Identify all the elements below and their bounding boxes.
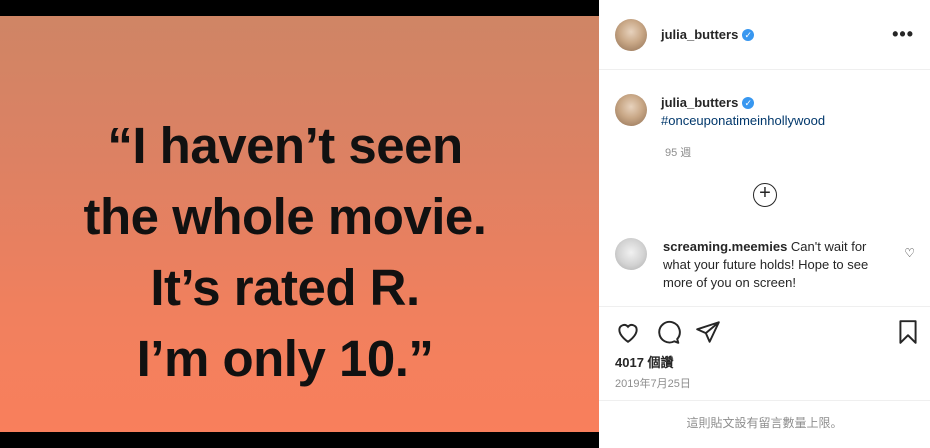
comment-like-heart-icon[interactable]: ♡ xyxy=(904,246,915,260)
caption-hashtag[interactable]: #onceuponatimeinhollywood xyxy=(661,112,825,130)
post-action-bar xyxy=(599,306,930,352)
bookmark-save-icon[interactable] xyxy=(895,319,921,345)
caption-age: 95 週 xyxy=(665,147,692,159)
caption-avatar[interactable] xyxy=(615,94,647,126)
quote-line-3: It’s rated R. xyxy=(150,259,420,316)
post-date[interactable]: 2019年7月25日 xyxy=(615,375,691,391)
verified-badge-icon: ✓ xyxy=(742,97,755,109)
caption-username[interactable]: julia_butters xyxy=(661,95,738,110)
author-username[interactable]: julia_butters xyxy=(661,27,738,42)
quote-text: “I haven’t seen the whole movie. It’s ra… xyxy=(0,110,570,394)
quote-line-4: I’m only 10.” xyxy=(136,330,434,387)
share-send-icon[interactable] xyxy=(695,319,721,345)
post-side-panel: julia_butters ✓ ••• julia_butters ✓ #once… xyxy=(599,0,930,448)
post-image[interactable]: “I haven’t seen the whole movie. It’s ra… xyxy=(0,16,599,432)
commenter-avatar[interactable] xyxy=(615,238,647,270)
commenter-username[interactable]: screaming.meemies xyxy=(663,239,787,254)
like-heart-icon[interactable] xyxy=(615,319,641,345)
comment-body: screaming.meemies Can't wait for what yo… xyxy=(663,238,877,292)
post-caption: julia_butters ✓ #onceuponatimeinhollywood xyxy=(615,94,825,130)
load-more-comments-button[interactable]: + xyxy=(753,183,777,207)
post-header: julia_butters ✓ ••• xyxy=(599,0,930,70)
comment-item: screaming.meemies Can't wait for what yo… xyxy=(615,238,915,292)
author-avatar[interactable] xyxy=(615,18,647,51)
quote-line-1: “I haven’t seen xyxy=(107,117,463,174)
post-media: “I haven’t seen the whole movie. It’s ra… xyxy=(0,0,599,448)
quote-line-2: the whole movie. xyxy=(83,188,487,245)
comment-limit-notice: 這則貼文設有留言數量上限。 xyxy=(599,400,930,448)
comment-bubble-icon[interactable] xyxy=(655,319,681,345)
caption-body: julia_butters ✓ #onceuponatimeinhollywood xyxy=(661,94,825,130)
like-count[interactable]: 4017 個讚 xyxy=(615,352,674,371)
more-options-icon[interactable]: ••• xyxy=(892,24,914,45)
verified-badge-icon: ✓ xyxy=(742,28,755,41)
